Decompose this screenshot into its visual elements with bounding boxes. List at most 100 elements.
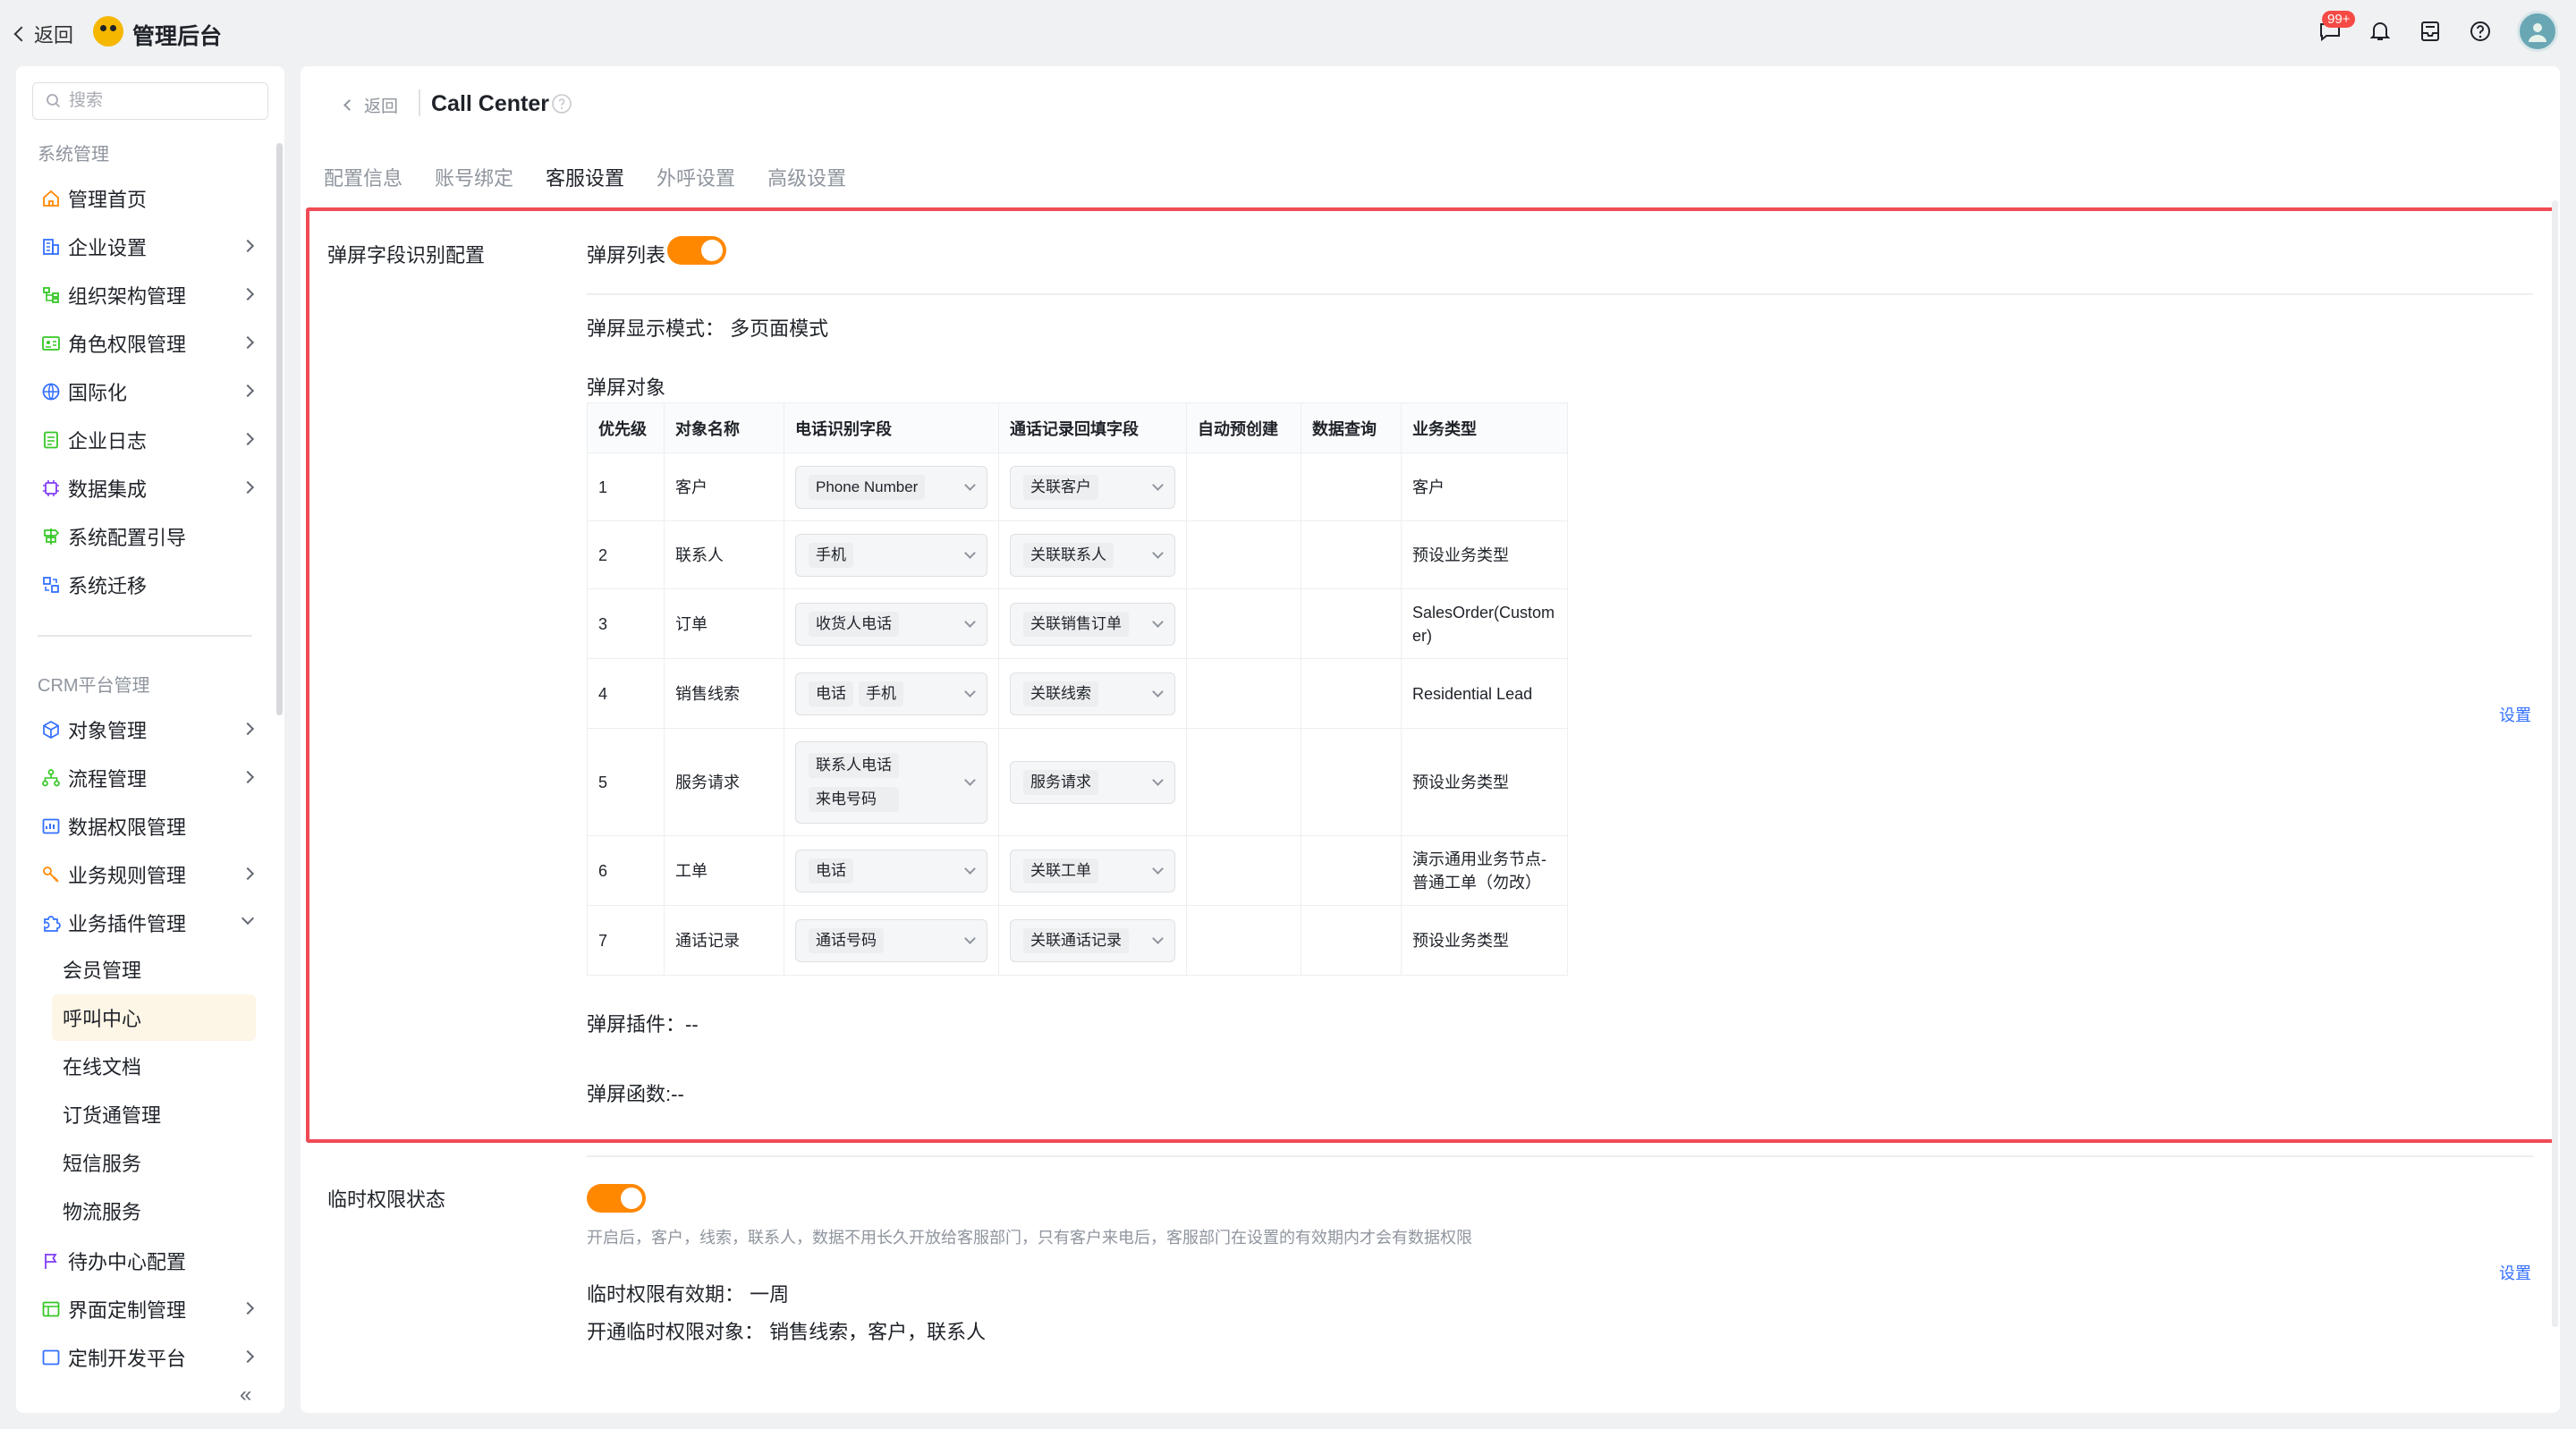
sidebar-item-role[interactable]: 角色权限管理	[41, 324, 270, 363]
priority-cell: 5	[587, 728, 665, 836]
temp-section-label: 临时权限状态	[327, 1188, 446, 1211]
table-header-cell: 自动预创建	[1186, 402, 1301, 453]
auto-create-cell	[1186, 452, 1301, 521]
message-button[interactable]: 99+	[2317, 11, 2356, 45]
sidebar-collapse-button[interactable]: «	[240, 1382, 251, 1408]
sidebar-subitem-member[interactable]: 会员管理	[52, 946, 256, 993]
layout-icon	[41, 1299, 61, 1319]
backfill-select[interactable]: 服务请求	[1010, 760, 1175, 804]
avatar[interactable]	[2517, 11, 2558, 52]
phone-field-select[interactable]: 通话号码	[795, 918, 987, 962]
sidebar-item-integration[interactable]: 数据集成	[41, 469, 270, 508]
sidebar-item-org[interactable]: 组织架构管理	[41, 275, 270, 315]
section-divider	[587, 293, 2533, 295]
sidebar-item-dev-platform[interactable]: 定制开发平台	[41, 1338, 270, 1377]
sidebar-item-label: 企业设置	[68, 237, 148, 259]
sidebar-item-home[interactable]: 管理首页	[41, 179, 270, 218]
breadcrumb-back-button[interactable]: 返回	[343, 93, 398, 117]
popup-plugin-field: 弹屏插件：--	[587, 1009, 699, 1037]
bell-button[interactable]	[2367, 18, 2394, 45]
object-name-cell: 联系人	[664, 520, 784, 589]
sidebar-subitem-sms[interactable]: 短信服务	[52, 1139, 256, 1186]
table-row: 7 通话记录 通话号码 关联通话记录 预设业务类型	[587, 905, 1568, 976]
main-scrollbar[interactable]	[2552, 200, 2558, 1327]
tag-list: 收货人电话	[809, 611, 899, 637]
help-button[interactable]	[2467, 18, 2494, 45]
inbox-button[interactable]	[2417, 18, 2444, 45]
sidebar-item-rules[interactable]: 业务规则管理	[41, 855, 270, 894]
backfill-select[interactable]: 关联通话记录	[1010, 918, 1175, 962]
backfill-cell: 关联销售订单	[998, 588, 1187, 659]
sidebar-item-label: 界面定制管理	[68, 1299, 187, 1322]
backfill-select[interactable]: 关联销售订单	[1010, 602, 1175, 646]
tab-outbound-settings[interactable]: 外呼设置	[657, 163, 735, 191]
sidebar-item-label: 角色权限管理	[68, 334, 187, 356]
sidebar-item-log[interactable]: 企业日志	[41, 420, 270, 460]
sidebar-item-label: 对象管理	[68, 720, 148, 742]
popup-setting-link[interactable]: 设置	[2499, 703, 2531, 726]
sidebar-group-crm: CRM平台管理	[38, 676, 150, 696]
popup-list-toggle[interactable]	[667, 236, 726, 265]
temp-permission-toggle[interactable]	[587, 1184, 646, 1213]
chevron-right-icon	[241, 335, 255, 350]
phone-field-select[interactable]: 电话 手机	[795, 672, 987, 715]
tab-service-settings[interactable]: 客服设置	[546, 163, 624, 191]
sidebar-subitem-online-doc[interactable]: 在线文档	[52, 1043, 256, 1089]
sidebar-item-label: 管理首页	[68, 189, 148, 211]
sidebar-subitem-logistics[interactable]: 物流服务	[52, 1188, 256, 1234]
sidebar-item-enterprise[interactable]: 企业设置	[41, 227, 270, 266]
phone-field-cell: 电话	[784, 835, 999, 906]
phone-field-select[interactable]: 电话	[795, 849, 987, 892]
phone-field-tag: 电话	[809, 858, 853, 884]
chevron-down-icon	[241, 911, 255, 926]
table-header-cell: 数据查询	[1301, 402, 1402, 453]
tab-config-info[interactable]: 配置信息	[324, 163, 402, 191]
chevron-right-icon	[241, 770, 255, 784]
backfill-select[interactable]: 关联客户	[1010, 465, 1175, 509]
phone-field-select[interactable]: 手机	[795, 533, 987, 577]
sidebar-item-plugins[interactable]: 业务插件管理	[41, 903, 270, 943]
signpost-icon	[41, 527, 61, 546]
phone-field-cell: 通话号码	[784, 905, 999, 976]
top-back-button[interactable]: 返回	[13, 20, 73, 48]
temp-validity-value: 一周	[750, 1283, 790, 1306]
popup-list-label: 弹屏列表	[587, 244, 666, 266]
phone-field-select[interactable]: Phone Number	[795, 465, 987, 509]
backfill-select[interactable]: 关联联系人	[1010, 533, 1175, 577]
auto-create-cell	[1186, 905, 1301, 976]
object-name-cell: 工单	[664, 835, 784, 906]
sidebar-item-migrate[interactable]: 系统迁移	[41, 565, 270, 605]
chevron-right-icon	[241, 239, 255, 253]
table-header-row: 优先级 对象名称 电话识别字段 通话记录回填字段 自动预创建 数据查询 业务类型	[587, 402, 1568, 453]
chevron-down-icon	[1152, 685, 1164, 698]
sidebar-item-ui-custom[interactable]: 界面定制管理	[41, 1289, 270, 1329]
chevron-down-icon	[1152, 862, 1164, 875]
search-icon	[47, 94, 61, 108]
sidebar-scrollbar[interactable]	[276, 143, 283, 715]
sidebar-item-objects[interactable]: 对象管理	[41, 710, 270, 749]
page-help-icon[interactable]	[551, 93, 572, 119]
backfill-select[interactable]: 关联工单	[1010, 849, 1175, 892]
phone-field-cell: 手机	[784, 520, 999, 589]
sidebar-subitem-ordering[interactable]: 订货通管理	[52, 1091, 256, 1137]
sidebar-item-guide[interactable]: 系统配置引导	[41, 517, 270, 556]
temp-setting-link[interactable]: 设置	[2499, 1261, 2531, 1284]
tab-advanced-settings[interactable]: 高级设置	[767, 163, 846, 191]
chevron-down-icon	[1152, 546, 1164, 559]
object-name-cell: 订单	[664, 588, 784, 659]
sidebar-search-input[interactable]	[69, 91, 248, 111]
table-header-cell: 通话记录回填字段	[998, 402, 1187, 453]
sidebar-item-i18n[interactable]: 国际化	[41, 372, 270, 411]
sidebar-item-data-permission[interactable]: 数据权限管理	[41, 807, 270, 846]
sidebar-item-label: 业务插件管理	[68, 913, 187, 935]
sidebar-item-flow[interactable]: 流程管理	[41, 758, 270, 798]
sidebar-subitem-call-center[interactable]: 呼叫中心	[52, 994, 256, 1041]
data-query-cell	[1301, 452, 1402, 521]
phone-field-select[interactable]: 收货人电话	[795, 602, 987, 646]
backfill-select[interactable]: 关联线索	[1010, 672, 1175, 715]
biz-type-cell: SalesOrder(Customer)	[1401, 588, 1568, 659]
phone-field-select[interactable]: 联系人电话 来电号码	[795, 740, 987, 824]
sidebar-item-todo[interactable]: 待办中心配置	[41, 1241, 270, 1281]
chevron-right-icon	[241, 1349, 255, 1364]
tab-account-binding[interactable]: 账号绑定	[435, 163, 513, 191]
